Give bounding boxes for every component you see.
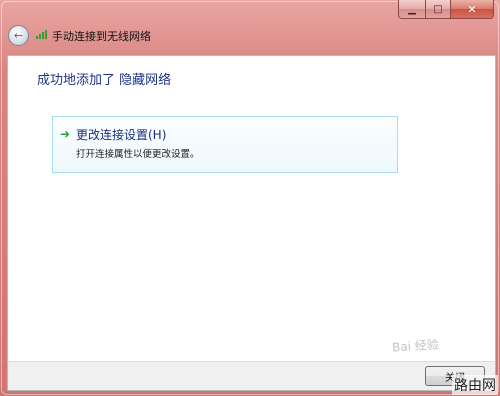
minimize-button[interactable]: ▁ [398,0,426,19]
green-arrow-icon: ➜ [60,127,71,141]
back-arrow-icon: ← [13,29,24,42]
site-watermark: 路由网 [452,375,498,395]
option-title: 更改连接设置(H) [76,128,167,142]
window-frame: ▁ □ ✕ ← 手动连接到无线网络 成功地添加了 隐藏网络 ➜ 更改连接设置(H… [0,0,500,396]
wireless-signal-icon [36,29,48,39]
footer-bar: 关闭 [7,361,496,391]
watermark-text: Bai 经验 [391,337,440,355]
back-button[interactable]: ← [8,25,29,46]
window-close-button[interactable]: ✕ [451,0,494,19]
page-title: 成功地添加了 隐藏网络 [37,73,172,88]
maximize-button[interactable]: □ [426,0,451,19]
content-panel: 成功地添加了 隐藏网络 ➜ 更改连接设置(H) 打开连接属性以便更改设置。 [7,55,496,363]
wizard-title: 手动连接到无线网络 [52,30,151,43]
change-connection-settings-option[interactable]: ➜ 更改连接设置(H) 打开连接属性以便更改设置。 [52,116,398,173]
option-description: 打开连接属性以便更改设置。 [76,149,200,160]
window-caption-buttons: ▁ □ ✕ [398,0,494,19]
